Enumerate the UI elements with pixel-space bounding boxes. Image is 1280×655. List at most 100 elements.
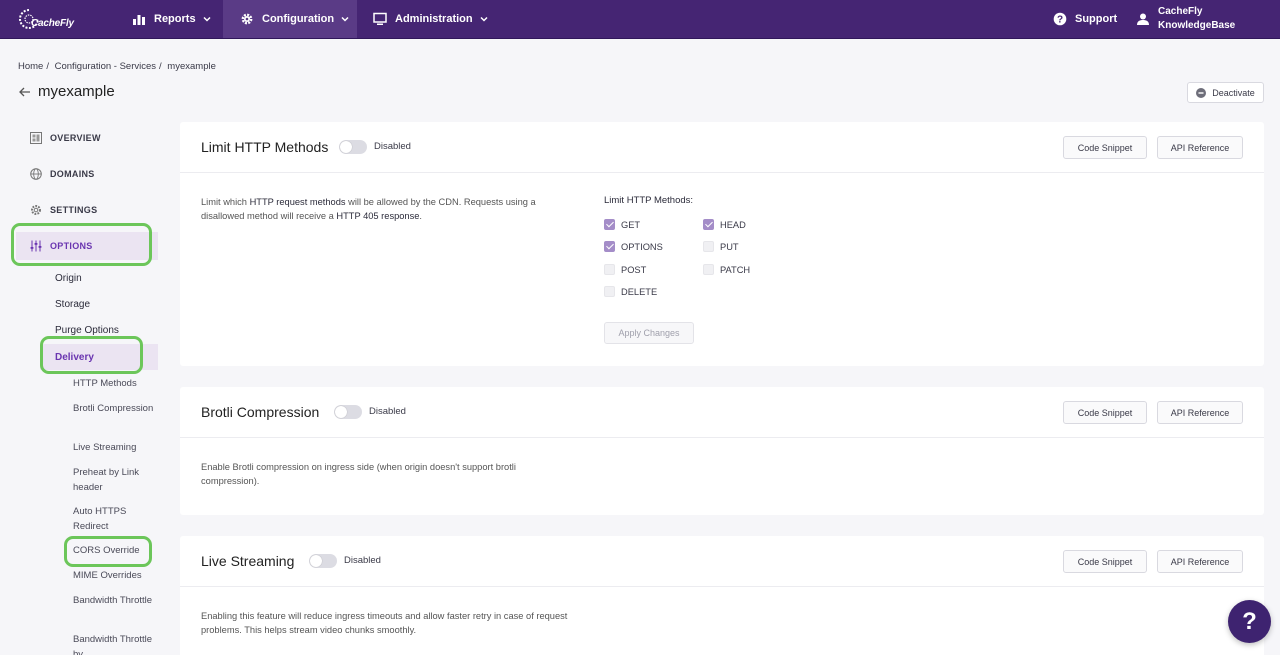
page-header: myexample	[18, 83, 115, 100]
card-description: Enable Brotli compression on ingress sid…	[201, 462, 516, 486]
breadcrumb-services[interactable]: Configuration - Services	[55, 61, 156, 72]
sidebar-subitem-delivery[interactable]: Delivery	[40, 344, 158, 370]
breadcrumb-separator: /	[159, 61, 162, 72]
nav-support-label: Support	[1075, 13, 1118, 25]
method-patch-checkbox[interactable]: PATCH	[703, 264, 750, 275]
globe-icon	[30, 168, 42, 180]
monitor-icon	[373, 12, 387, 25]
desc-emphasis: HTTP 405 response	[336, 211, 420, 221]
sidebar-delivery-brotli[interactable]: Brotli Compression	[73, 402, 155, 417]
sidebar-delivery-bandwidth-throttle[interactable]: Bandwidth Throttle	[73, 594, 155, 609]
desc-text: Limit which	[201, 197, 250, 207]
card-description: Limit which HTTP request methods will be…	[201, 195, 561, 223]
toggle-status: Disabled	[369, 406, 406, 417]
cachefly-logo[interactable]: CacheFly	[18, 6, 80, 34]
card-header: Live Streaming Disabled Code Snippet API…	[180, 536, 1264, 587]
code-snippet-button[interactable]: Code Snippet	[1063, 401, 1147, 424]
breadcrumb-home[interactable]: Home	[18, 61, 43, 72]
nav-reports-label: Reports	[154, 13, 196, 25]
sidebar-item-label: OPTIONS	[50, 241, 93, 251]
sidebar-delivery-mime-overrides[interactable]: MIME Overrides	[73, 569, 155, 584]
sidebar-delivery-http-methods[interactable]: HTTP Methods	[73, 377, 155, 392]
logo-text: CacheFly	[31, 18, 74, 29]
method-post-checkbox[interactable]: POST	[604, 264, 646, 275]
method-head-checkbox[interactable]: HEAD	[703, 219, 746, 230]
method-delete-checkbox[interactable]: DELETE	[604, 286, 657, 297]
live-streaming-toggle[interactable]	[309, 554, 337, 568]
limit-http-methods-toggle[interactable]	[339, 140, 367, 154]
arrow-left-icon[interactable]	[18, 85, 32, 99]
breadcrumb-current: myexample	[167, 61, 216, 72]
minus-circle-icon	[1196, 87, 1207, 98]
method-options-checkbox[interactable]: OPTIONS	[604, 241, 663, 252]
card-title: Brotli Compression	[201, 404, 320, 420]
deactivate-label: Deactivate	[1212, 87, 1255, 98]
sidebar-delivery-auto-https[interactable]: Auto HTTPS Redirect	[73, 505, 155, 534]
toggle-status: Disabled	[344, 555, 381, 566]
sidebar-delivery-live-streaming[interactable]: Live Streaming	[73, 441, 155, 456]
sliders-icon	[30, 240, 42, 252]
checkbox-box	[703, 264, 714, 275]
sidebar-delivery-bandwidth-throttle-by[interactable]: Bandwidth Throttle by	[73, 633, 155, 655]
api-reference-button[interactable]: API Reference	[1157, 550, 1243, 573]
nav-reports[interactable]: Reports	[132, 0, 211, 38]
code-snippet-button[interactable]: Code Snippet	[1063, 136, 1147, 159]
toggle-knob	[335, 406, 347, 418]
code-snippet-button[interactable]: Code Snippet	[1063, 550, 1147, 573]
sidebar-item-label: OVERVIEW	[50, 133, 101, 143]
methods-title: Limit HTTP Methods:	[604, 195, 694, 206]
desc-emphasis: HTTP request methods	[249, 197, 346, 207]
api-reference-button[interactable]: API Reference	[1157, 136, 1243, 159]
user-account: KnowledgeBase	[1158, 20, 1236, 31]
card-live-streaming: Live Streaming Disabled Code Snippet API…	[180, 536, 1264, 655]
nav-configuration-label: Configuration	[262, 13, 335, 25]
gear-icon	[31, 205, 41, 215]
chevron-down-icon	[480, 16, 488, 22]
svg-text:?: ?	[1057, 15, 1063, 26]
card-title: Live Streaming	[201, 553, 295, 569]
bar-chart-icon	[133, 15, 145, 25]
method-put-checkbox[interactable]: PUT	[703, 241, 739, 252]
card-header: Brotli Compression Disabled Code Snippet…	[180, 387, 1264, 438]
toggle-knob	[340, 141, 352, 153]
breadcrumb: Home / Configuration - Services / myexampl…	[18, 61, 219, 72]
checkbox-label: DELETE	[621, 286, 658, 297]
nav-administration-label: Administration	[395, 13, 473, 25]
checkbox-label: POST	[621, 264, 647, 275]
sidebar-item-settings[interactable]: SETTINGS	[16, 196, 158, 224]
sidebar-delivery-cors-override[interactable]: CORS Override	[73, 544, 155, 559]
checkbox-box	[604, 264, 615, 275]
deactivate-button[interactable]: Deactivate	[1187, 82, 1264, 103]
nav-administration[interactable]: Administration	[373, 0, 488, 38]
brotli-compression-toggle[interactable]	[334, 405, 362, 419]
sidebar-item-overview[interactable]: OVERVIEW	[16, 124, 158, 152]
overview-icon	[30, 132, 42, 144]
nav-support[interactable]: ? Support	[1053, 0, 1117, 38]
nav-user-menu[interactable]: CacheFly KnowledgeBase	[1136, 0, 1235, 38]
method-get-checkbox[interactable]: GET	[604, 219, 640, 230]
chevron-down-icon	[341, 16, 349, 22]
user-icon	[1137, 13, 1149, 25]
nav-configuration[interactable]: Configuration	[223, 0, 357, 38]
sidebar-delivery-preheat[interactable]: Preheat by Link header	[73, 466, 155, 495]
card-header: Limit HTTP Methods Disabled Code Snippet…	[180, 122, 1264, 173]
api-reference-button[interactable]: API Reference	[1157, 401, 1243, 424]
gear-icon	[241, 13, 253, 25]
checkbox-box	[604, 286, 615, 297]
checkbox-box	[703, 219, 714, 230]
sidebar-subitem-origin[interactable]: Origin	[55, 273, 82, 284]
chevron-down-icon	[203, 16, 211, 22]
page-title: myexample	[38, 83, 115, 100]
checkbox-label: PATCH	[720, 264, 751, 275]
sidebar-subitem-purge-options[interactable]: Purge Options	[55, 325, 119, 336]
sidebar-item-label: DOMAINS	[50, 169, 95, 179]
help-button[interactable]: ?	[1228, 600, 1271, 643]
checkbox-box	[703, 241, 714, 252]
apply-changes-button[interactable]: Apply Changes	[604, 322, 694, 344]
sidebar-item-domains[interactable]: DOMAINS	[16, 160, 158, 188]
sidebar-item-options[interactable]: OPTIONS	[16, 232, 158, 260]
checkbox-label: OPTIONS	[621, 241, 663, 252]
toggle-knob	[310, 555, 322, 567]
desc-text: .	[419, 211, 423, 221]
sidebar-subitem-storage[interactable]: Storage	[55, 299, 90, 310]
